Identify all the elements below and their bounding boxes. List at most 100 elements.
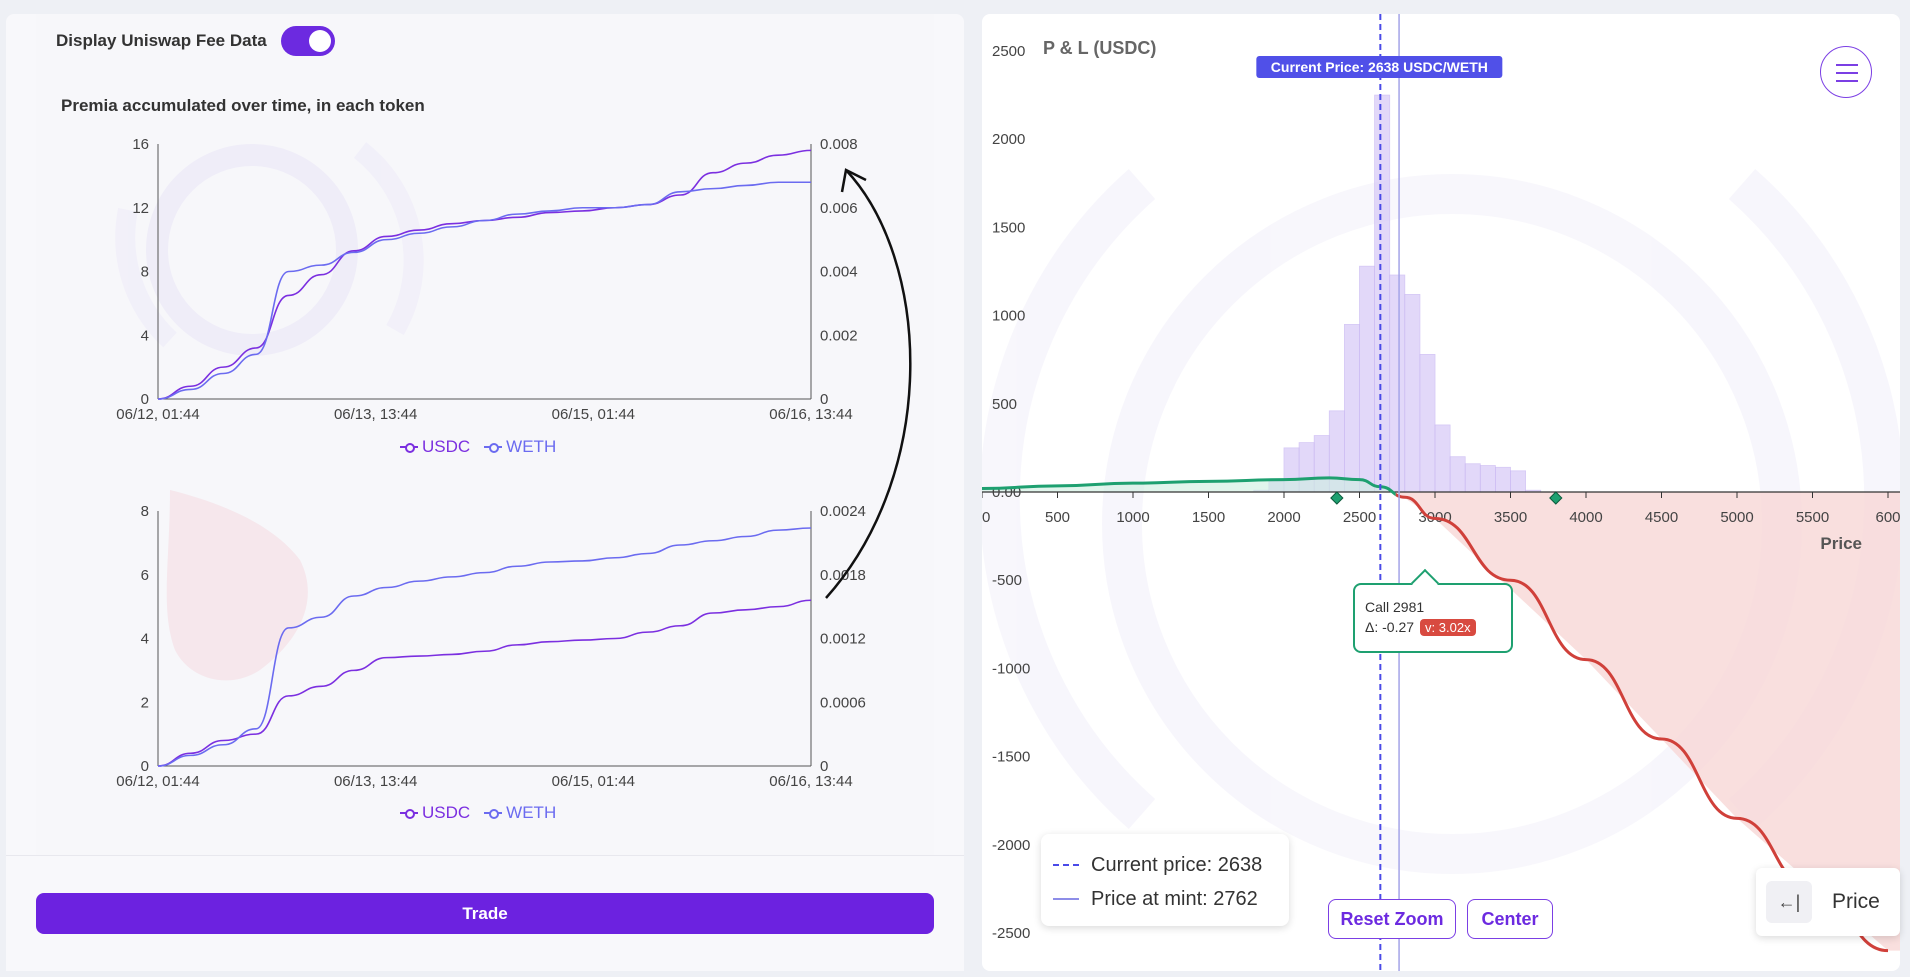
price-axis-label: Price	[1832, 890, 1880, 913]
y-tick-label-left: 8	[141, 264, 149, 281]
histogram-bar	[1419, 354, 1436, 493]
legend-usdc-icon	[400, 808, 418, 819]
histogram-bar	[1359, 265, 1376, 493]
pnl-legend: Current price: 2638 Price at mint: 2762	[1041, 834, 1289, 926]
y-tick-label-right: 0.008	[820, 136, 858, 153]
x-tick-label: 06/12, 01:44	[116, 406, 199, 423]
legend-current-price: Current price: 2638	[1053, 848, 1277, 882]
price-axis-toggle[interactable]: ←| Price	[1756, 868, 1900, 936]
y-tick-label-right: 0.006	[820, 200, 858, 217]
legend-usdc[interactable]: USDC	[400, 437, 470, 457]
histogram-bar	[1404, 294, 1421, 493]
menu-icon-line	[1836, 80, 1858, 82]
x-tick-label: 06/13, 13:44	[334, 773, 417, 790]
x-tick-label: 06/15, 01:44	[552, 406, 635, 423]
solid-line-icon	[1053, 898, 1079, 900]
y-tick-label: -500	[992, 572, 1022, 589]
annotation-arrow	[825, 169, 912, 599]
menu-icon-line	[1836, 72, 1858, 74]
tooltip-delta: Δ: -0.27	[1365, 619, 1415, 635]
x-tick-label: 06/13, 13:44	[334, 406, 417, 423]
y-tick-label-right: 0.0006	[820, 694, 866, 711]
x-tick-label: 500	[1045, 509, 1070, 526]
tooltip-title: Call 2981	[1365, 599, 1425, 615]
y-tick-label: 500	[992, 396, 1017, 413]
x-tick-label: 00	[982, 509, 990, 526]
y-tick-label-right: 0.004	[820, 264, 858, 281]
histogram-bar	[1479, 465, 1496, 493]
hamburger-menu-button[interactable]	[1820, 46, 1872, 98]
tooltip-v-badge: v: 3.02x	[1420, 619, 1476, 636]
premia-legend-top: USDC WETH	[400, 437, 556, 457]
y-tick-label: 2000	[992, 131, 1025, 148]
y-tick-label: -2500	[992, 925, 1030, 942]
pnl-title: P & L (USDC)	[1043, 38, 1157, 58]
histogram-bar	[1510, 470, 1527, 493]
x-tick-label: 06/12, 01:44	[116, 773, 199, 790]
y-tick-label: -1000	[992, 660, 1030, 677]
legend-usdc[interactable]: USDC	[400, 803, 470, 823]
watermark-logo	[115, 142, 424, 356]
x-tick-label: 4000	[1569, 509, 1602, 526]
y-tick-label-right: 0.0024	[820, 503, 866, 520]
legend-weth-icon	[484, 808, 503, 819]
histogram-bar	[1449, 456, 1466, 493]
current-price-badge-text: Current Price: 2638 USDC/WETH	[1271, 59, 1488, 75]
y-tick-label: 2500	[992, 43, 1025, 60]
y-tick-label-left: 16	[132, 136, 149, 153]
premia-legend-bottom: USDC WETH	[400, 803, 556, 823]
menu-icon-line	[1836, 64, 1858, 66]
collapse-arrow-icon[interactable]: ←|	[1766, 881, 1812, 923]
x-tick-label: 06/16, 13:44	[769, 406, 852, 423]
x-tick-label: 1500	[1192, 509, 1225, 526]
dashed-line-icon	[1053, 864, 1079, 866]
histogram-bar	[1374, 94, 1391, 493]
series-line-weth	[157, 181, 811, 400]
strike-marker	[1330, 491, 1344, 505]
x-tick-label: 5500	[1796, 509, 1829, 526]
x-tick-label: 5000	[1720, 509, 1753, 526]
x-tick-label: 600	[1875, 509, 1900, 526]
x-tick-label: 1000	[1116, 509, 1149, 526]
x-tick-label: 3500	[1494, 509, 1527, 526]
premia-charts: 048121600.0020.0040.0060.00806/12, 01:44…	[115, 136, 912, 790]
pnl-chart[interactable]: 0050010001500200025003000350040004500500…	[982, 14, 1900, 971]
x-axis-title: Price	[1820, 534, 1862, 553]
histogram-bar	[1389, 274, 1406, 493]
tooltip-greeks: Δ: -0.27 v: 3.02x	[1365, 619, 1501, 636]
legend-weth[interactable]: WETH	[484, 803, 556, 823]
y-tick-label-left: 8	[141, 503, 149, 520]
x-tick-label: 06/15, 01:44	[552, 773, 635, 790]
y-tick-label: -2000	[992, 837, 1030, 854]
histogram-bar	[1343, 324, 1360, 493]
y-tick-label: 1000	[992, 308, 1025, 325]
uniswap-watermark	[166, 490, 308, 681]
y-tick-label-left: 6	[141, 567, 149, 584]
y-tick-label-left: 4	[141, 631, 149, 648]
x-tick-label: 06/16, 13:44	[769, 773, 852, 790]
y-tick-label-right: 0.0012	[820, 631, 866, 648]
liquidity-histogram	[1253, 94, 1542, 493]
x-tick-label: 2500	[1343, 509, 1376, 526]
x-tick-label: 2000	[1267, 509, 1300, 526]
y-tick-label: 1500	[992, 219, 1025, 236]
legend-weth-icon	[484, 442, 503, 453]
legend-weth[interactable]: WETH	[484, 437, 556, 457]
legend-price-at-mint: Price at mint: 2762	[1053, 882, 1277, 916]
y-tick-label-left: 12	[132, 200, 149, 217]
legend-usdc-icon	[400, 442, 418, 453]
histogram-bar	[1434, 424, 1451, 493]
histogram-bar	[1464, 463, 1481, 493]
series-line-usdc	[157, 149, 812, 400]
y-tick-label-left: 4	[141, 327, 149, 344]
y-tick-label-left: 2	[141, 694, 149, 711]
center-button[interactable]: Center	[1467, 899, 1553, 939]
x-tick-label: 4500	[1645, 509, 1678, 526]
premia-chart-top: 048121600.0020.0040.0060.00806/12, 01:44…	[116, 136, 857, 423]
trade-button[interactable]: Trade	[36, 893, 934, 934]
reset-zoom-button[interactable]: Reset Zoom	[1328, 899, 1456, 939]
y-tick-label-right: 0.002	[820, 327, 858, 344]
y-tick-label: -1500	[992, 749, 1030, 766]
histogram-bar	[1495, 466, 1511, 493]
option-tooltip: Call 2981 Δ: -0.27 v: 3.02x	[1353, 568, 1513, 653]
